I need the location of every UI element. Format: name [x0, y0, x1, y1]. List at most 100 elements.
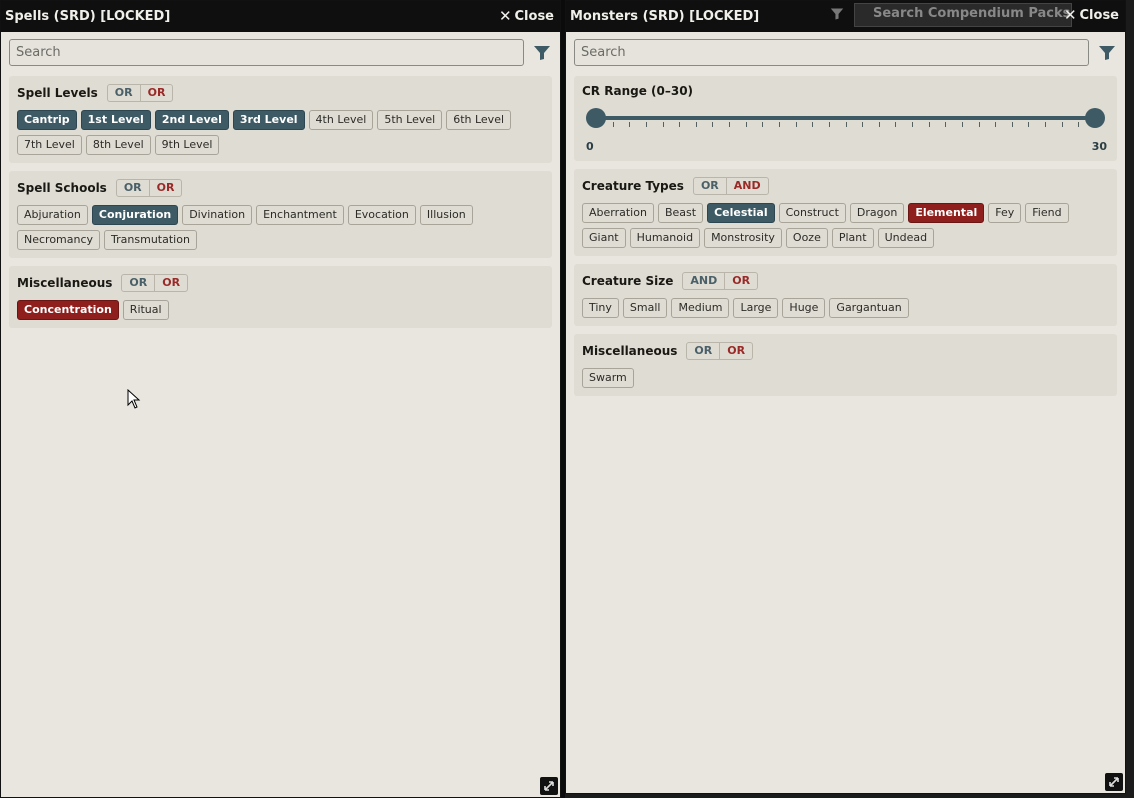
filter-tag-monstrosity[interactable]: Monstrosity [704, 228, 782, 248]
cr-max-handle[interactable] [1085, 108, 1105, 128]
filter-tag-plant[interactable]: Plant [831, 228, 874, 248]
filter-tag-necromancy[interactable]: Necromancy [17, 230, 101, 250]
spells-close-button[interactable]: ✕ Close [498, 7, 554, 25]
filter-tag-5th-level[interactable]: 5th Level [377, 110, 443, 130]
spells-titlebar[interactable]: Spells (SRD) [LOCKED] ✕ Close [1, 1, 560, 32]
filter-tag-humanoid[interactable]: Humanoid [629, 228, 701, 248]
filter-tag-6th-level[interactable]: 6th Level [446, 110, 512, 130]
spells-search-input[interactable] [9, 39, 524, 66]
filter-tag-illusion[interactable]: Illusion [419, 205, 473, 225]
monsters-section-creature-size: Creature Size AND OR Tiny Small Medium Large Hu… [574, 264, 1117, 326]
filter-tag-list: Cantrip 1st Level 2nd Level 3rd Level 4th Le… [17, 110, 544, 155]
filter-tag-small[interactable]: Small [622, 298, 668, 318]
filter-tag-cantrip[interactable]: Cantrip [17, 110, 77, 130]
filter-tag-3rd-level[interactable]: 3rd Level [232, 110, 305, 130]
filter-tag-evocation[interactable]: Evocation [347, 205, 416, 225]
section-header: Creature Types OR AND [582, 177, 1109, 195]
exclude-logic-button[interactable]: OR [720, 343, 752, 359]
filter-tag-giant[interactable]: Giant [582, 228, 626, 248]
filter-tag-fiend[interactable]: Fiend [1025, 203, 1069, 223]
filter-tag-list: Swarm [582, 368, 1109, 388]
spells-filter-toggle-button[interactable] [532, 43, 552, 63]
filter-tag-medium[interactable]: Medium [671, 298, 730, 318]
include-logic-button[interactable]: AND [683, 273, 726, 289]
section-header: Miscellaneous OR OR [17, 274, 544, 292]
section-title: Creature Size [582, 274, 674, 288]
cr-min-handle[interactable] [586, 108, 606, 128]
cr-range-tick [862, 122, 864, 127]
filter-tag-concentration[interactable]: Concentration [17, 300, 119, 320]
filter-tag-8th-level[interactable]: 8th Level [85, 135, 151, 155]
filter-tag-celestial[interactable]: Celestial [707, 203, 775, 223]
logic-toggle: AND OR [682, 272, 759, 290]
cr-range-tick [762, 122, 764, 127]
filter-tag-list: Aberration Beast Celestial Construct Dragon E… [582, 203, 1109, 248]
filter-tag-list: Abjuration Conjuration Divination Enchantme… [17, 205, 544, 250]
cr-range-tick [795, 122, 797, 127]
filter-tag-gargantuan[interactable]: Gargantuan [829, 298, 909, 318]
cr-range-tick [812, 122, 814, 127]
monsters-search-row [566, 32, 1125, 72]
filter-tag-fey[interactable]: Fey [988, 203, 1022, 223]
filter-tag-list: Concentration Ritual [17, 300, 544, 320]
close-icon: ✕ [498, 7, 512, 25]
include-logic-button[interactable]: OR [117, 180, 150, 196]
include-logic-button[interactable]: OR [687, 343, 721, 359]
spells-section-miscellaneous: Miscellaneous OR OR Concentration Ritual [9, 266, 552, 328]
monsters-search-input[interactable] [574, 39, 1089, 66]
filter-tag-4th-level[interactable]: 4th Level [308, 110, 374, 130]
monsters-titlebar[interactable]: Monsters (SRD) [LOCKED] Search Compendiu… [566, 1, 1125, 32]
cr-range-tick [729, 122, 731, 127]
filter-tag-abjuration[interactable]: Abjuration [17, 205, 88, 225]
filter-tag-transmutation[interactable]: Transmutation [104, 230, 197, 250]
section-header: Creature Size AND OR [582, 272, 1109, 290]
filter-tag-enchantment[interactable]: Enchantment [256, 205, 344, 225]
filter-icon[interactable] [830, 7, 844, 21]
exclude-logic-button[interactable]: OR [141, 85, 173, 101]
section-title: Creature Types [582, 179, 684, 193]
cr-range-tick [712, 122, 714, 127]
filter-tag-list: Tiny Small Medium Large Huge Gargantuan [582, 298, 1109, 318]
filter-tag-large[interactable]: Large [733, 298, 779, 318]
filter-tag-ritual[interactable]: Ritual [122, 300, 169, 320]
cr-range-labels: 0 30 [586, 140, 1109, 153]
cr-range-tick [995, 122, 997, 127]
filter-tag-elemental[interactable]: Elemental [908, 203, 985, 223]
cr-range-tick [895, 122, 897, 127]
spells-resize-handle[interactable] [540, 777, 558, 795]
filter-tag-swarm[interactable]: Swarm [582, 368, 634, 388]
cr-range-tick [679, 122, 681, 127]
section-title: Spell Schools [17, 181, 107, 195]
filter-tag-aberration[interactable]: Aberration [582, 203, 654, 223]
exclude-logic-button[interactable]: AND [727, 178, 768, 194]
filter-tag-beast[interactable]: Beast [657, 203, 704, 223]
resize-icon [544, 781, 554, 791]
filter-tag-2nd-level[interactable]: 2nd Level [154, 110, 229, 130]
filter-tag-conjuration[interactable]: Conjuration [91, 205, 179, 225]
filter-tag-undead[interactable]: Undead [877, 228, 935, 248]
cr-range-tick [828, 122, 830, 127]
filter-tag-divination[interactable]: Divination [182, 205, 253, 225]
exclude-logic-button[interactable]: OR [155, 275, 187, 291]
filter-tag-7th-level[interactable]: 7th Level [17, 135, 82, 155]
monsters-filter-toggle-button[interactable] [1097, 43, 1117, 63]
cr-range-ticks [596, 122, 1095, 128]
cr-range-slider[interactable] [586, 106, 1105, 140]
section-header: Miscellaneous OR OR [582, 342, 1109, 360]
compendium-search-input[interactable]: Search Compendium Packs [854, 3, 1072, 27]
spells-window-title: Spells (SRD) [LOCKED] [5, 9, 171, 24]
include-logic-button[interactable]: OR [122, 275, 156, 291]
monsters-close-button[interactable]: ✕ Close [1064, 8, 1119, 24]
monsters-resize-handle[interactable] [1105, 773, 1123, 791]
include-logic-button[interactable]: OR [108, 85, 141, 101]
exclude-logic-button[interactable]: OR [150, 180, 182, 196]
exclude-logic-button[interactable]: OR [725, 273, 757, 289]
include-logic-button[interactable]: OR [694, 178, 727, 194]
filter-tag-huge[interactable]: Huge [782, 298, 826, 318]
filter-tag-tiny[interactable]: Tiny [582, 298, 619, 318]
filter-tag-ooze[interactable]: Ooze [785, 228, 828, 248]
filter-tag-construct[interactable]: Construct [778, 203, 846, 223]
filter-tag-1st-level[interactable]: 1st Level [80, 110, 151, 130]
filter-tag-9th-level[interactable]: 9th Level [154, 135, 220, 155]
filter-tag-dragon[interactable]: Dragon [849, 203, 905, 223]
